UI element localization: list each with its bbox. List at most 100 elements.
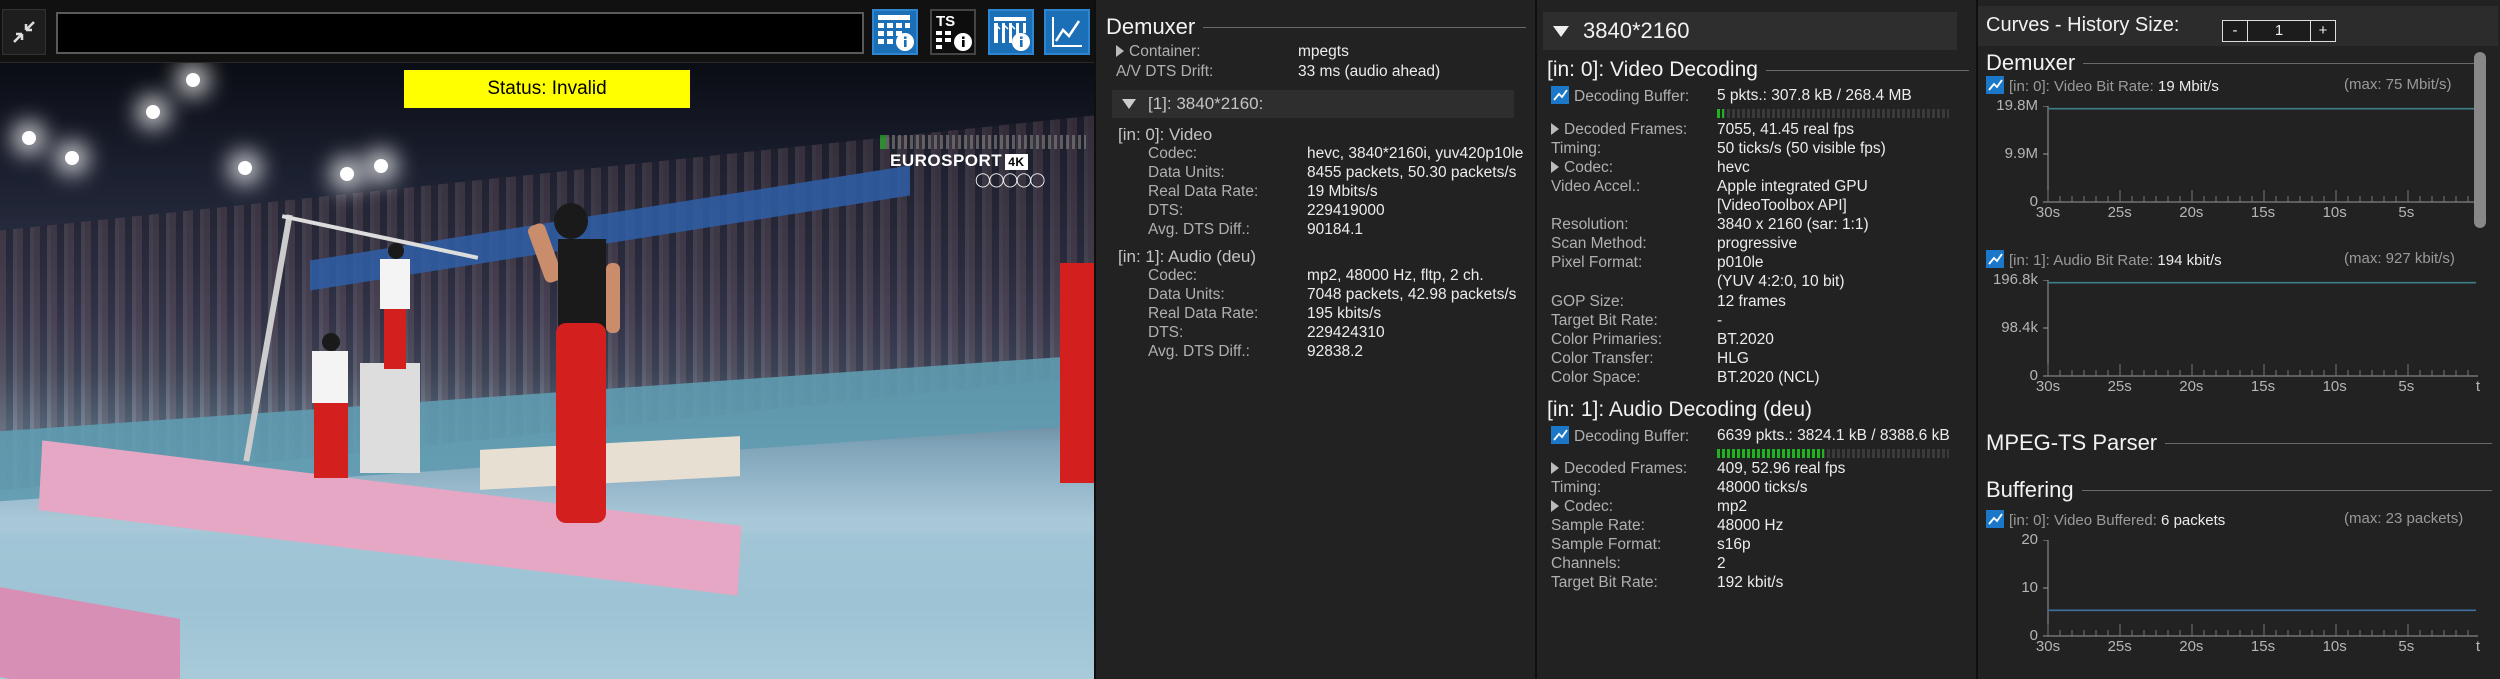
x-tick-label: 20s (2179, 378, 2204, 395)
program-title-bar[interactable]: 3840*2160 (1543, 12, 1957, 50)
row-value: 195 kbits/s (1307, 305, 1382, 322)
x-tick-label: 15s (2250, 638, 2276, 655)
ts-info-button[interactable]: TS (930, 9, 976, 55)
history-decrement-button[interactable]: - (2222, 20, 2248, 42)
history-graph (2043, 106, 2478, 203)
buffering-title: Buffering (1986, 477, 2492, 503)
history-increment-button[interactable]: + (2310, 20, 2336, 42)
video-accel-row-2: [VideoToolbox API] (1717, 197, 1847, 214)
codec-row[interactable]: Codec: hevc (1551, 158, 1971, 177)
row-value: 229419000 (1307, 202, 1385, 219)
demuxer-panel: Demuxer Container: mpegts A/V DTS Drift:… (1094, 0, 1535, 679)
x-tick-label: t (2475, 638, 2481, 655)
video-stream-table: Codec: hevc, 3840*2160i, yuv420p10le Data … (1148, 144, 1528, 239)
row-key: Real Data Rate: (1148, 183, 1259, 200)
x-tick-label: 25s (2107, 638, 2132, 655)
pixel-format-row: Pixel Format: p010le (1551, 254, 1764, 271)
history-graph (2043, 280, 2478, 377)
sample-rate-row: Sample Rate: 48000 Hz (1551, 517, 1784, 534)
curves-button[interactable] (1044, 9, 1090, 55)
x-tick-label: 10s (2322, 638, 2347, 655)
video-area: TS EUROSPORT 4K ◯◯◯◯◯ Status: Invalid (0, 0, 1094, 679)
curves-panel: Curves - History Size: - 1 + Demuxer MPE… (1976, 0, 2500, 679)
stream-info-row: Real Data Rate: 195 kbits/s (1148, 304, 1528, 323)
video-decoding-table: Decoded Frames: 7055, 41.45 real fps Timi… (1551, 120, 1971, 387)
decoded-frames-row[interactable]: Decoded Frames: 409, 52.96 real fps (1551, 459, 1971, 478)
x-tick-label: 5s (2398, 638, 2415, 655)
graph-axis (2047, 540, 2478, 637)
program-header[interactable]: [1]: 3840*2160: (1112, 90, 1514, 118)
graph-icon[interactable] (1986, 250, 2004, 268)
curves-demuxer-title: Demuxer (1986, 50, 2476, 76)
row-value: hevc, 3840*2160i, yuv420p10le (1307, 145, 1524, 162)
video-decoding-title: [in: 0]: Video Decoding (1547, 58, 1969, 82)
x-tick-label: 5s (2398, 204, 2415, 221)
curves-header: Curves - History Size: - 1 + (1978, 6, 2498, 46)
url-input[interactable] (56, 12, 864, 54)
x-tick-label: 30s (2035, 378, 2061, 395)
olympic-rings-icon: ◯◯◯◯◯ (975, 171, 1045, 187)
program-title: 3840*2160 (1583, 18, 1690, 43)
stream-info-row: DTS: 229424310 (1148, 323, 1528, 342)
graph-icon[interactable] (1986, 510, 2004, 528)
x-tick-label: 25s (2107, 204, 2132, 221)
row-key: DTS: (1148, 324, 1184, 341)
mpegts-parser-title: MPEG-TS Parser (1986, 430, 2492, 456)
audio-level-meter (880, 135, 1086, 149)
audio-stream-header: [in: 1]: Audio (deu) (1118, 247, 1256, 266)
ts-label: TS (936, 13, 955, 30)
frames-info-button[interactable] (988, 9, 1034, 55)
x-tick-label: 20s (2179, 638, 2204, 655)
row-key: Codec: (1148, 267, 1198, 284)
decoding-panel: 3840*2160 [in: 0]: Video Decoding Decodi… (1535, 0, 1976, 679)
row-value: 90184.1 (1307, 221, 1364, 238)
row-key: Avg. DTS Diff.: (1148, 221, 1250, 238)
channels-row: Channels: 2 (1551, 555, 1726, 572)
stream-info-button[interactable] (872, 9, 918, 55)
exit-fullscreen-button[interactable] (2, 9, 46, 55)
row-key: Real Data Rate: (1148, 305, 1259, 322)
graph-icon[interactable] (1551, 86, 1569, 104)
grid-info-icon (878, 15, 914, 51)
stream-info-row: Avg. DTS Diff.: 92838.2 (1148, 342, 1528, 361)
dts-drift-row: A/V DTS Drift: 33 ms (audio ahead) (1116, 63, 1441, 80)
chart-label: [in: 0]: Video Buffered: (2009, 512, 2157, 529)
codec-row[interactable]: Codec: mp2 (1551, 497, 1971, 516)
target-bitrate-row: Target Bit Rate: 192 kbit/s (1551, 574, 1784, 591)
film-info-icon (994, 17, 1030, 51)
stream-info-row: DTS: 229419000 (1148, 201, 1528, 220)
stream-info-row: Data Units: 7048 packets, 42.98 packets/s (1148, 285, 1528, 304)
timing-row: Timing: 50 ticks/s (50 visible fps) (1551, 140, 1886, 157)
color-space-row: Color Space: BT.2020 (NCL) (1551, 369, 1820, 386)
decoded-frames-row[interactable]: Decoded Frames: 7055, 41.45 real fps (1551, 120, 1971, 139)
audio-decoding-title: [in: 1]: Audio Decoding (deu) (1547, 398, 1813, 421)
buffer-fill (1717, 449, 1824, 458)
curves-scrollbar[interactable] (2474, 52, 2486, 228)
expand-triangle-icon (1551, 123, 1559, 135)
history-graph (2043, 540, 2478, 637)
sample-format-row: Sample Format: s16p (1551, 536, 1751, 553)
row-value: mp2, 48000 Hz, fltp, 2 ch. (1307, 267, 1484, 284)
history-size-input[interactable]: 1 (2248, 20, 2310, 42)
graph-icon[interactable] (1551, 426, 1569, 444)
video-decoding-buffer-bar (1717, 109, 1949, 118)
graph-axis (2047, 280, 2478, 377)
row-value: 8455 packets, 50.30 packets/s (1307, 164, 1517, 181)
container-row[interactable]: Container: mpegts (1116, 42, 1526, 61)
history-series-line (2047, 107, 2476, 110)
video-decoding-buffer-row: Decoding Buffer: 5 pkts.: 307.8 kB / 268… (1551, 86, 1971, 105)
video-accel-row: Video Accel.: Apple integrated GPU (1551, 178, 1868, 195)
line-chart-icon (1052, 17, 1082, 47)
stream-info-row: Data Units: 8455 packets, 50.30 packets/s (1148, 163, 1528, 182)
chart-caption: [in: 1]: Audio Bit Rate: 194 kbit/s (max:… (1986, 250, 2486, 269)
row-key: Codec: (1148, 145, 1198, 162)
row-value: 229424310 (1307, 324, 1385, 341)
audio-decoding-buffer-bar (1717, 449, 1949, 458)
graph-icon[interactable] (1986, 76, 2004, 94)
chart-value: 19 Mbit/s (2153, 78, 2219, 95)
color-primaries-row: Color Primaries: BT.2020 (1551, 331, 1774, 348)
chart-label: [in: 0]: Video Bit Rate: (2009, 78, 2154, 95)
row-value: 19 Mbits/s (1307, 183, 1378, 200)
chart-caption: [in: 0]: Video Bit Rate: 19 Mbit/s (max: … (1986, 76, 2486, 95)
x-tick-label: 15s (2250, 378, 2276, 395)
